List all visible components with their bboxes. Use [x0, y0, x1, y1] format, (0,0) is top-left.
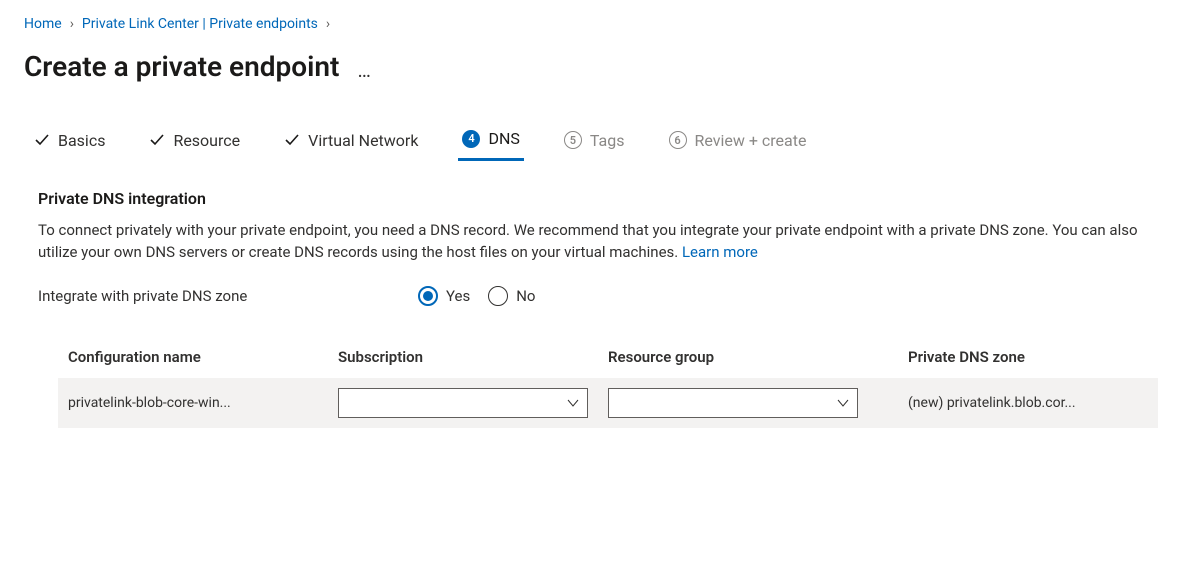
chevron-down-icon: [567, 397, 579, 409]
tab-label: Tags: [590, 131, 625, 150]
step-number-icon: 4: [462, 130, 480, 148]
tab-label: Virtual Network: [308, 131, 418, 150]
tab-label: DNS: [488, 129, 519, 148]
section-heading: Private DNS integration: [38, 189, 1156, 208]
col-subscription: Subscription: [338, 348, 608, 366]
tab-resource[interactable]: Resource: [145, 125, 244, 160]
field-label-integrate-dns: Integrate with private DNS zone: [38, 287, 418, 305]
col-configuration-name: Configuration name: [68, 348, 338, 366]
page-title: Create a private endpoint: [24, 50, 339, 83]
breadcrumb: Home › Private Link Center | Private end…: [24, 16, 1156, 32]
step-number-icon: 5: [564, 131, 582, 149]
check-icon: [149, 132, 165, 148]
radio-label: No: [516, 287, 535, 305]
table-row: privatelink-blob-core-win... (new) priva…: [58, 378, 1158, 428]
radio-no[interactable]: No: [488, 286, 535, 306]
radio-label: Yes: [446, 287, 470, 305]
dns-config-table: Configuration name Subscription Resource…: [58, 336, 1158, 428]
wizard-tabs: Basics Resource Virtual Network 4 DNS 5 …: [24, 123, 1156, 161]
chevron-right-icon: ›: [70, 16, 74, 32]
check-icon: [34, 132, 50, 148]
tab-virtual-network[interactable]: Virtual Network: [280, 125, 422, 160]
cell-private-dns-zone: (new) privatelink.blob.cor...: [908, 395, 1168, 411]
subscription-dropdown[interactable]: [338, 388, 588, 418]
breadcrumb-private-link-center[interactable]: Private Link Center | Private endpoints: [82, 16, 318, 32]
cell-config-name: privatelink-blob-core-win...: [68, 395, 338, 411]
col-private-dns-zone: Private DNS zone: [908, 348, 1168, 366]
tab-tags[interactable]: 5 Tags: [560, 125, 629, 160]
more-actions-button[interactable]: …: [357, 58, 372, 82]
tab-label: Resource: [173, 131, 240, 150]
radio-icon: [418, 286, 438, 306]
learn-more-link[interactable]: Learn more: [682, 243, 758, 261]
tab-dns[interactable]: 4 DNS: [458, 123, 523, 161]
radio-icon: [488, 286, 508, 306]
resource-group-dropdown[interactable]: [608, 388, 858, 418]
breadcrumb-home[interactable]: Home: [24, 16, 62, 32]
check-icon: [284, 132, 300, 148]
step-number-icon: 6: [669, 131, 687, 149]
chevron-right-icon: ›: [326, 16, 330, 32]
chevron-down-icon: [837, 397, 849, 409]
tab-label: Basics: [58, 131, 105, 150]
tab-label: Review + create: [695, 131, 807, 150]
radio-yes[interactable]: Yes: [418, 286, 470, 306]
tab-basics[interactable]: Basics: [30, 125, 109, 160]
col-resource-group: Resource group: [608, 348, 908, 366]
radio-group-integrate-dns: Yes No: [418, 286, 536, 306]
section-description: To connect privately with your private e…: [38, 220, 1156, 264]
tab-review-create[interactable]: 6 Review + create: [665, 125, 811, 160]
